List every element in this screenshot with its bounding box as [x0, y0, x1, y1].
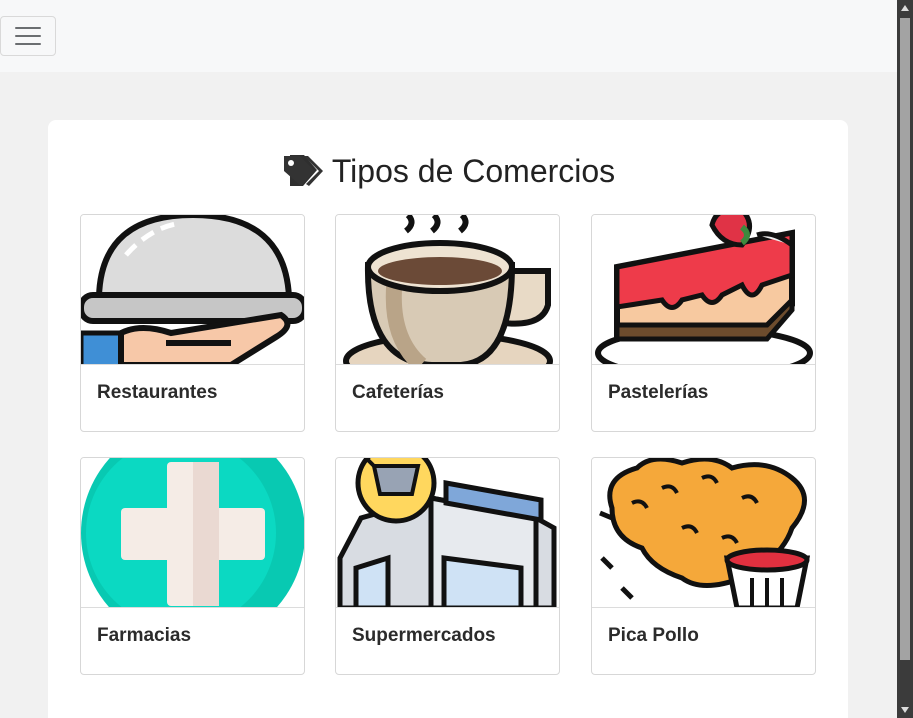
category-label: Supermercados — [352, 625, 496, 646]
category-card-pastelerias[interactable]: Pastelerías — [591, 214, 816, 432]
hamburger-icon — [15, 27, 41, 29]
scroll-down-arrow-icon[interactable] — [897, 702, 913, 718]
category-card-supermercados[interactable]: Supermercados — [335, 457, 560, 675]
tags-icon — [282, 153, 324, 189]
category-label: Restaurantes — [97, 382, 218, 403]
page-title-text: Tipos de Comercios — [331, 152, 616, 189]
category-card-pica-pollo[interactable]: Pica Pollo — [591, 457, 816, 675]
pharmacy-cross-icon — [81, 458, 304, 608]
navbar-toggler-button[interactable] — [0, 16, 56, 56]
category-label: Cafeterías — [352, 382, 444, 403]
hamburger-icon-line — [15, 35, 41, 37]
category-card-cafeterias[interactable]: Cafeterías — [335, 214, 560, 432]
fried-chicken-icon — [592, 458, 815, 608]
scrollbar-thumb[interactable] — [900, 18, 910, 660]
scroll-up-arrow-icon[interactable] — [897, 0, 913, 16]
cake-slice-icon — [592, 215, 815, 365]
top-navbar — [0, 0, 897, 72]
category-card-farmacias[interactable]: Farmacias — [80, 457, 305, 675]
category-label: Pastelerías — [608, 382, 709, 403]
supermarket-icon — [336, 458, 559, 608]
category-label: Pica Pollo — [608, 625, 699, 646]
hamburger-icon-line — [15, 43, 41, 45]
page-title: Tipos de Comercios — [0, 150, 897, 192]
scrollbar[interactable] — [897, 0, 913, 718]
cloche-serving-icon — [81, 215, 304, 365]
coffee-cup-icon — [336, 215, 559, 365]
category-card-restaurantes[interactable]: Restaurantes — [80, 214, 305, 432]
category-label: Farmacias — [97, 625, 192, 646]
